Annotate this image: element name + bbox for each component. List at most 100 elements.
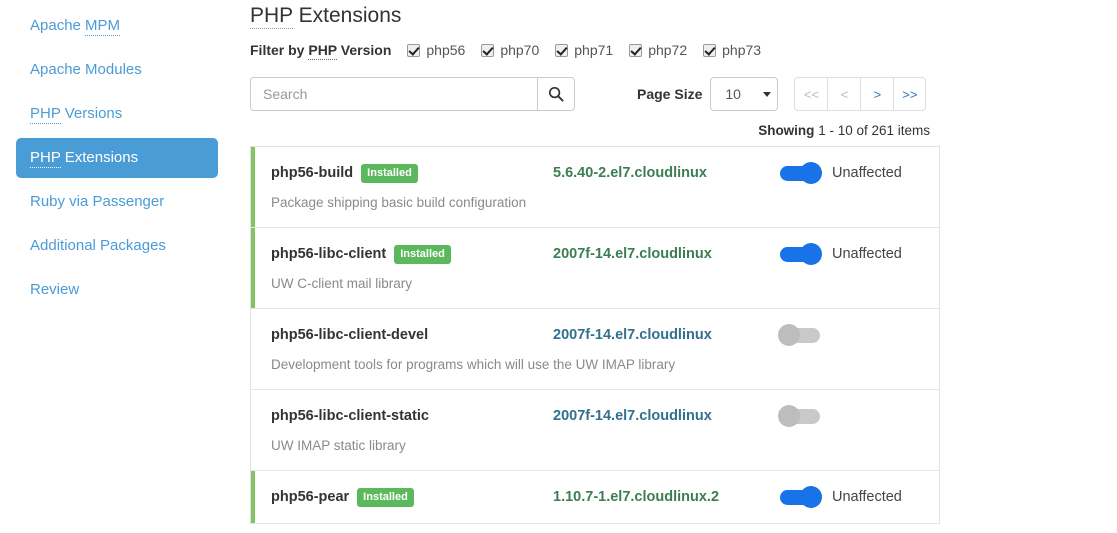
showing-count: Showing 1 - 10 of 261 items xyxy=(250,123,940,138)
toggle-label: Unaffected xyxy=(832,489,902,505)
abbr-php: PHP xyxy=(30,105,61,124)
filter-checkbox-label: php72 xyxy=(648,42,688,58)
sidebar-item-additional-packages[interactable]: Additional Packages xyxy=(16,226,218,266)
filter-checkbox-label: php71 xyxy=(574,42,614,58)
package-description: UW C-client mail library xyxy=(271,276,413,291)
package-name-text: php56-libc-client xyxy=(271,246,387,262)
package-row[interactable]: php56-pear Installed 1.10.7-1.el7.cloudl… xyxy=(251,471,939,524)
package-row[interactable]: php56-build Installed 5.6.40-2.el7.cloud… xyxy=(251,147,939,228)
package-row-header: php56-libc-client Installed 2007f-14.el7… xyxy=(271,243,921,265)
sidebar-item-apache-mpm[interactable]: Apache MPM xyxy=(16,6,218,46)
package-row[interactable]: php56-libc-client-static 2007f-14.el7.cl… xyxy=(251,390,939,471)
filter-checkbox-php71[interactable]: php71 xyxy=(555,42,613,58)
status-badge: Installed xyxy=(361,163,418,183)
toggle-label: Unaffected xyxy=(832,165,902,181)
filter-checkbox-php72[interactable]: php72 xyxy=(629,42,687,58)
package-state xyxy=(778,324,822,346)
package-row-header: php56-build Installed 5.6.40-2.el7.cloud… xyxy=(271,162,921,184)
toggle-knob xyxy=(800,162,822,184)
abbr-php: PHP xyxy=(250,4,293,29)
showing-label: Showing xyxy=(758,123,815,138)
sidebar-item-label: Apache Modules xyxy=(30,61,142,78)
package-toggle[interactable] xyxy=(778,243,822,265)
status-badge: Installed xyxy=(394,244,451,264)
first-page-button[interactable]: << xyxy=(794,77,828,111)
sidebar-item-label: PHP Extensions xyxy=(30,149,138,168)
filter-checkbox-php56[interactable]: php56 xyxy=(407,42,465,58)
status-badge: Installed xyxy=(357,487,414,507)
checkbox-icon[interactable] xyxy=(481,43,495,57)
package-name-text: php56-libc-client-devel xyxy=(271,327,429,343)
package-row[interactable]: php56-libc-client Installed 2007f-14.el7… xyxy=(251,228,939,309)
toggle-knob xyxy=(778,324,800,346)
next-page-button[interactable]: > xyxy=(860,77,894,111)
filter-label: Filter by PHP Version xyxy=(250,42,391,60)
last-page-button[interactable]: >> xyxy=(893,77,927,111)
package-state xyxy=(778,405,822,427)
package-name: php56-build Installed xyxy=(271,163,553,183)
page-size-select[interactable]: 10 xyxy=(710,77,779,111)
package-name: php56-libc-client-devel xyxy=(271,327,553,343)
package-name-text: php56-build xyxy=(271,165,354,181)
sidebar-item-ruby-via-passenger[interactable]: Ruby via Passenger xyxy=(16,182,218,222)
sidebar-nav: Apache MPM Apache Modules PHP Versions P… xyxy=(0,0,234,533)
package-row-header: php56-libc-client-devel 2007f-14.el7.clo… xyxy=(271,324,921,346)
toggle-knob xyxy=(800,243,822,265)
package-name-text: php56-pear xyxy=(271,489,350,505)
page-size-label: Page Size xyxy=(637,86,703,102)
package-state: Unaffected xyxy=(778,243,902,265)
package-description: UW IMAP static library xyxy=(271,438,406,453)
package-row-header: php56-libc-client-static 2007f-14.el7.cl… xyxy=(271,405,921,427)
package-description: Package shipping basic build configurati… xyxy=(271,195,527,210)
search-input[interactable] xyxy=(250,77,537,111)
package-toggle[interactable] xyxy=(778,324,822,346)
showing-range: 1 - 10 of 261 items xyxy=(814,123,930,138)
package-name: php56-libc-client-static xyxy=(271,408,553,424)
list-controls: Page Size 10 << < > >> xyxy=(250,77,1117,111)
toggle-label: Unaffected xyxy=(832,246,902,262)
sidebar-item-php-versions[interactable]: PHP Versions xyxy=(16,94,218,134)
php-version-filter: Filter by PHP Version php56 php70 php71 … xyxy=(250,39,1117,61)
package-row[interactable]: php56-libc-client-devel 2007f-14.el7.clo… xyxy=(251,309,939,390)
filter-checkbox-php73[interactable]: php73 xyxy=(703,42,761,58)
search-icon xyxy=(548,86,564,102)
checkbox-icon[interactable] xyxy=(629,43,643,57)
checkbox-icon[interactable] xyxy=(555,43,569,57)
package-version[interactable]: 5.6.40-2.el7.cloudlinux xyxy=(553,165,778,181)
page-title: PHP Extensions xyxy=(250,3,1117,29)
sidebar-item-php-extensions[interactable]: PHP Extensions xyxy=(16,138,218,178)
sidebar-item-label: Ruby via Passenger xyxy=(30,193,165,210)
filter-label-prefix: Filter by xyxy=(250,42,309,58)
package-version[interactable]: 1.10.7-1.el7.cloudlinux.2 xyxy=(553,489,778,505)
sidebar-item-apache-modules[interactable]: Apache Modules xyxy=(16,50,218,90)
filter-checkbox-php70[interactable]: php70 xyxy=(481,42,539,58)
abbr-php: PHP xyxy=(308,42,337,60)
search-button[interactable] xyxy=(537,77,575,111)
chevron-down-icon xyxy=(763,91,772,97)
package-version[interactable]: 2007f-14.el7.cloudlinux xyxy=(553,408,778,424)
sidebar-item-suffix: Versions xyxy=(60,105,123,122)
package-name: php56-pear Installed xyxy=(271,487,553,507)
sidebar-item-review[interactable]: Review xyxy=(16,270,218,310)
package-toggle[interactable] xyxy=(778,162,822,184)
php-extensions-page: Apache MPM Apache Modules PHP Versions P… xyxy=(0,0,1117,533)
package-version[interactable]: 2007f-14.el7.cloudlinux xyxy=(553,327,778,343)
package-toggle[interactable] xyxy=(778,486,822,508)
sidebar-item-label: Additional Packages xyxy=(30,237,166,254)
pagination-controls: Page Size 10 << < > >> xyxy=(637,77,927,111)
package-name-text: php56-libc-client-static xyxy=(271,408,429,424)
filter-checkbox-label: php73 xyxy=(722,42,762,58)
sidebar-item-label: Review xyxy=(30,281,80,298)
toggle-knob xyxy=(800,486,822,508)
filter-checkbox-label: php56 xyxy=(426,42,466,58)
search-group xyxy=(250,77,575,111)
checkbox-icon[interactable] xyxy=(703,43,717,57)
prev-page-button[interactable]: < xyxy=(827,77,861,111)
package-state: Unaffected xyxy=(778,162,902,184)
abbr-mpm: MPM xyxy=(85,17,121,36)
package-version[interactable]: 2007f-14.el7.cloudlinux xyxy=(553,246,778,262)
pager-buttons: << < > >> xyxy=(794,77,927,111)
package-toggle[interactable] xyxy=(778,405,822,427)
filter-checkbox-label: php70 xyxy=(500,42,540,58)
checkbox-icon[interactable] xyxy=(407,43,421,57)
